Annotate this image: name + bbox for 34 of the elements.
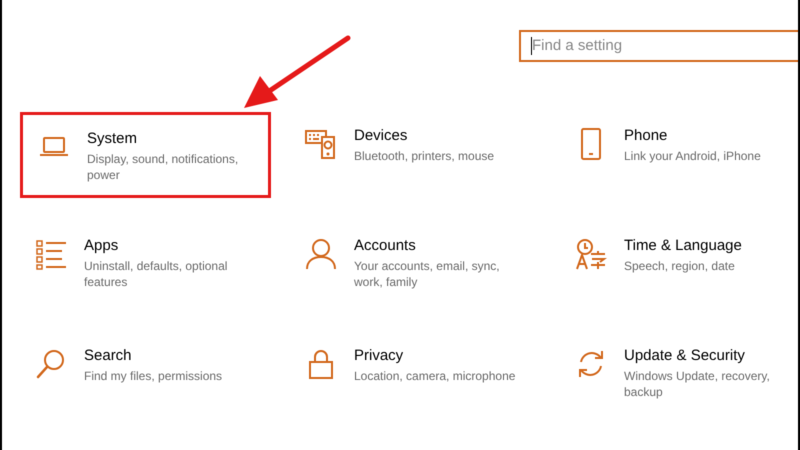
list-icon — [35, 238, 67, 270]
settings-tile[interactable]: Time & Language Speech, region, date — [560, 222, 800, 308]
tile-description: Link your Android, iPhone — [624, 148, 762, 164]
settings-tile[interactable]: Phone Link your Android, iPhone — [560, 112, 800, 198]
settings-tile[interactable]: Search Find my files, permissions — [20, 332, 271, 418]
search-field[interactable]: Find a setting — [519, 30, 798, 62]
search-input[interactable]: Find a setting — [532, 34, 772, 58]
tile-description: Display, sound, notifications, power — [87, 151, 240, 183]
tile-title: Time & Language — [624, 236, 743, 256]
settings-tile[interactable]: Update & Security Windows Update, recovery, backup — [560, 332, 800, 418]
tile-description: Find my files, permissions — [84, 368, 224, 384]
tile-title: Update & Security — [624, 346, 746, 366]
tile-description: Speech, region, date — [624, 258, 736, 274]
tile-title: Devices — [354, 126, 408, 146]
tile-title: System — [87, 129, 138, 149]
tile-title: Phone — [624, 126, 668, 146]
settings-tile[interactable]: Accounts Your accounts, email, sync, work, family — [290, 222, 541, 308]
tile-title: Search — [84, 346, 133, 366]
tile-description: Bluetooth, printers, mouse — [354, 148, 496, 164]
tile-description: Location, camera, microphone — [354, 368, 516, 384]
settings-tile[interactable]: Apps Uninstall, defaults, optional features — [20, 222, 271, 308]
keyboard-speaker-icon — [305, 128, 337, 160]
tile-description: Windows Update, recovery, backup — [624, 368, 771, 400]
tile-title: Accounts — [354, 236, 417, 256]
person-icon — [305, 238, 337, 270]
tile-description: Uninstall, defaults, optional features — [84, 258, 228, 290]
clock-language-icon — [575, 238, 607, 270]
settings-tile[interactable]: System Display, sound, notifications, power — [20, 112, 271, 198]
settings-tile[interactable]: Devices Bluetooth, printers, mouse — [290, 112, 541, 198]
tile-title: Apps — [84, 236, 120, 256]
settings-tile[interactable]: Privacy Location, camera, microphone — [290, 332, 541, 418]
tile-title: Privacy — [354, 346, 404, 366]
tile-description: Your accounts, email, sync, work, family — [354, 258, 501, 290]
search-icon — [35, 348, 67, 380]
